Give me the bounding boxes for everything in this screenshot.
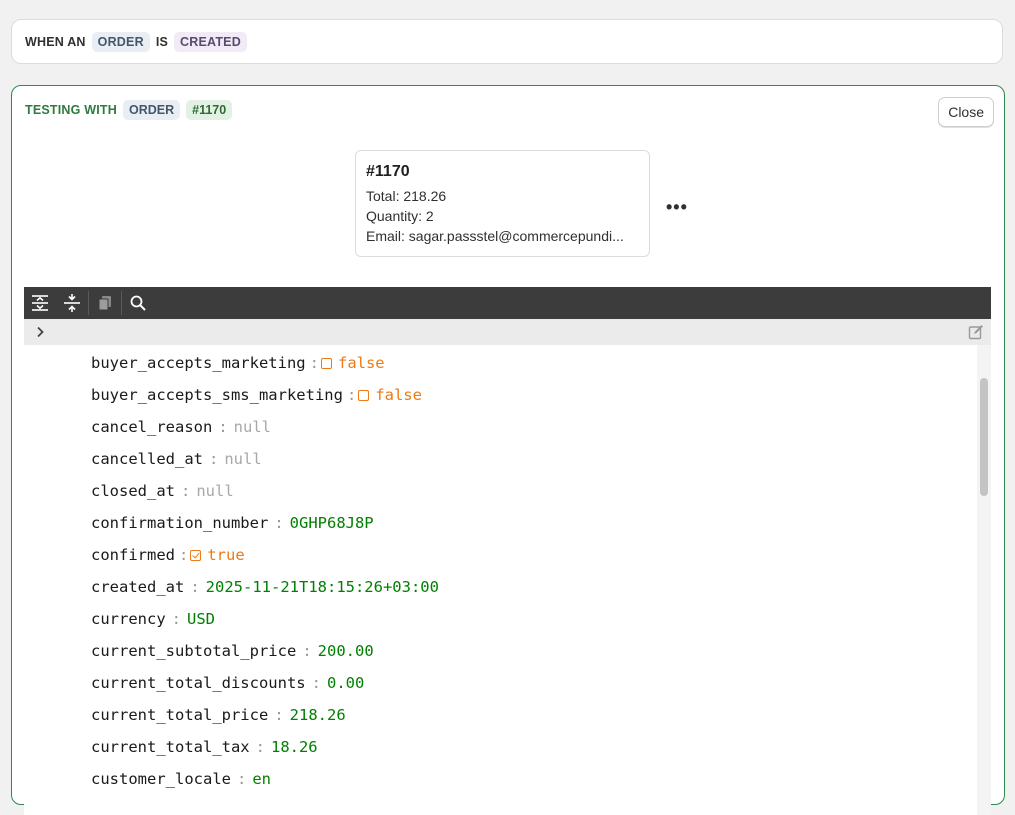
order-total: Total: 218.26	[366, 188, 447, 204]
json-key: buyer_accepts_sms_marketing	[91, 386, 343, 404]
json-row[interactable]: confirmed: true	[91, 539, 245, 571]
json-separator: :	[302, 642, 312, 660]
json-key: current_total_tax	[91, 738, 250, 756]
json-separator: :	[274, 514, 284, 532]
json-value[interactable]: 2025-11-21T18:15:26+03:00	[206, 571, 439, 603]
json-key: current_total_price	[91, 706, 269, 724]
checkbox-icon[interactable]	[190, 549, 202, 561]
json-value[interactable]: null	[224, 443, 261, 475]
scrollbar-thumb[interactable]	[980, 378, 988, 496]
json-separator: :	[255, 738, 265, 756]
json-value[interactable]: 0.00	[327, 667, 364, 699]
order-quantity: Quantity: 2	[366, 208, 434, 224]
json-key: confirmed	[91, 546, 175, 564]
close-button[interactable]: Close	[938, 97, 994, 127]
testing-order-badge: #1170	[186, 100, 233, 120]
checkbox-icon[interactable]	[320, 357, 332, 369]
chevron-right-icon[interactable]	[24, 319, 56, 345]
json-separator: :	[346, 386, 357, 404]
json-separator: :	[190, 578, 200, 596]
scrollbar-track[interactable]	[977, 345, 991, 815]
json-separator: :	[171, 610, 181, 628]
trigger-card: WHEN AN ORDER IS CREATED	[11, 19, 1003, 64]
json-separator: :	[208, 450, 219, 468]
json-navigation-bar	[24, 319, 991, 345]
trigger-entity-badge: ORDER	[91, 31, 150, 52]
testing-header: TESTING WITH ORDER #1170	[25, 100, 238, 120]
json-row[interactable]: currency: USD	[91, 603, 215, 635]
trigger-when-label: WHEN AN	[25, 34, 86, 49]
json-value[interactable]: true	[207, 539, 244, 571]
json-row[interactable]: cancel_reason: null	[91, 411, 271, 443]
more-options-icon[interactable]: •••	[666, 198, 688, 216]
json-value[interactable]: 200.00	[318, 635, 374, 667]
json-key: current_subtotal_price	[91, 642, 297, 660]
json-value[interactable]: 18.26	[271, 731, 318, 763]
json-row[interactable]: current_total_tax:18.26	[91, 731, 318, 763]
order-node-card[interactable]: #1170 Total: 218.26 Quantity: 2 Email: s…	[355, 150, 650, 257]
json-separator: :	[179, 546, 189, 564]
json-value[interactable]: 0GHP68J8P	[290, 507, 374, 539]
testing-panel: TESTING WITH ORDER #1170 Close #1170 Tot…	[11, 85, 1005, 815]
json-value[interactable]: 218.26	[290, 699, 346, 731]
json-key: cancel_reason	[91, 418, 213, 436]
testing-with-label: TESTING WITH	[25, 103, 117, 117]
json-row[interactable]: cancelled_at: null	[91, 443, 262, 475]
json-key: buyer_accepts_marketing	[91, 354, 306, 372]
collapse-all-icon[interactable]	[56, 287, 88, 319]
json-value[interactable]: USD	[187, 603, 215, 635]
copy-icon[interactable]	[89, 287, 121, 319]
json-key: confirmation_number	[91, 514, 269, 532]
json-row[interactable]: buyer_accepts_marketing: false	[91, 347, 385, 379]
json-separator: :	[274, 706, 284, 724]
json-row[interactable]: customer_locale: en	[91, 763, 271, 795]
json-key: currency	[91, 610, 166, 628]
json-row[interactable]: created_at:2025-11-21T18:15:26+03:00	[91, 571, 439, 603]
json-row[interactable]: current_subtotal_price:200.00	[91, 635, 374, 667]
trigger-event-badge: CREATED	[174, 31, 247, 52]
checkbox-icon[interactable]	[358, 389, 370, 401]
json-value[interactable]: null	[234, 411, 271, 443]
testing-entity-badge: ORDER	[122, 100, 181, 120]
json-viewer-body[interactable]: buyer_accepts_marketing: false buyer_accep…	[24, 345, 977, 815]
order-email: Email: sagar.passstel@commercepundi...	[366, 228, 624, 244]
json-value[interactable]: en	[252, 763, 271, 795]
order-number: #1170	[366, 163, 410, 180]
json-row[interactable]: current_total_discounts:0.00	[91, 667, 364, 699]
json-key: current_total_discounts	[91, 674, 306, 692]
json-row[interactable]: current_total_price:218.26	[91, 699, 346, 731]
json-value[interactable]: false	[375, 379, 422, 411]
json-separator: :	[309, 354, 319, 372]
trigger-is-label: IS	[155, 34, 169, 49]
json-separator: :	[181, 482, 191, 500]
json-key: customer_locale	[91, 770, 231, 788]
search-icon[interactable]	[122, 287, 154, 319]
json-key: cancelled_at	[91, 450, 203, 468]
json-separator: :	[311, 674, 321, 692]
json-toolbar	[24, 287, 991, 319]
edit-icon[interactable]	[961, 319, 991, 345]
json-separator: :	[218, 418, 228, 436]
json-row[interactable]: buyer_accepts_sms_marketing: false	[91, 379, 422, 411]
json-key: created_at	[91, 578, 185, 596]
expand-all-icon[interactable]	[24, 287, 56, 319]
json-value[interactable]: false	[338, 347, 385, 379]
json-key: closed_at	[91, 482, 175, 500]
json-row[interactable]: closed_at: null	[91, 475, 234, 507]
json-value[interactable]: null	[196, 475, 233, 507]
json-separator: :	[236, 770, 247, 788]
json-row[interactable]: confirmation_number:0GHP68J8P	[91, 507, 374, 539]
